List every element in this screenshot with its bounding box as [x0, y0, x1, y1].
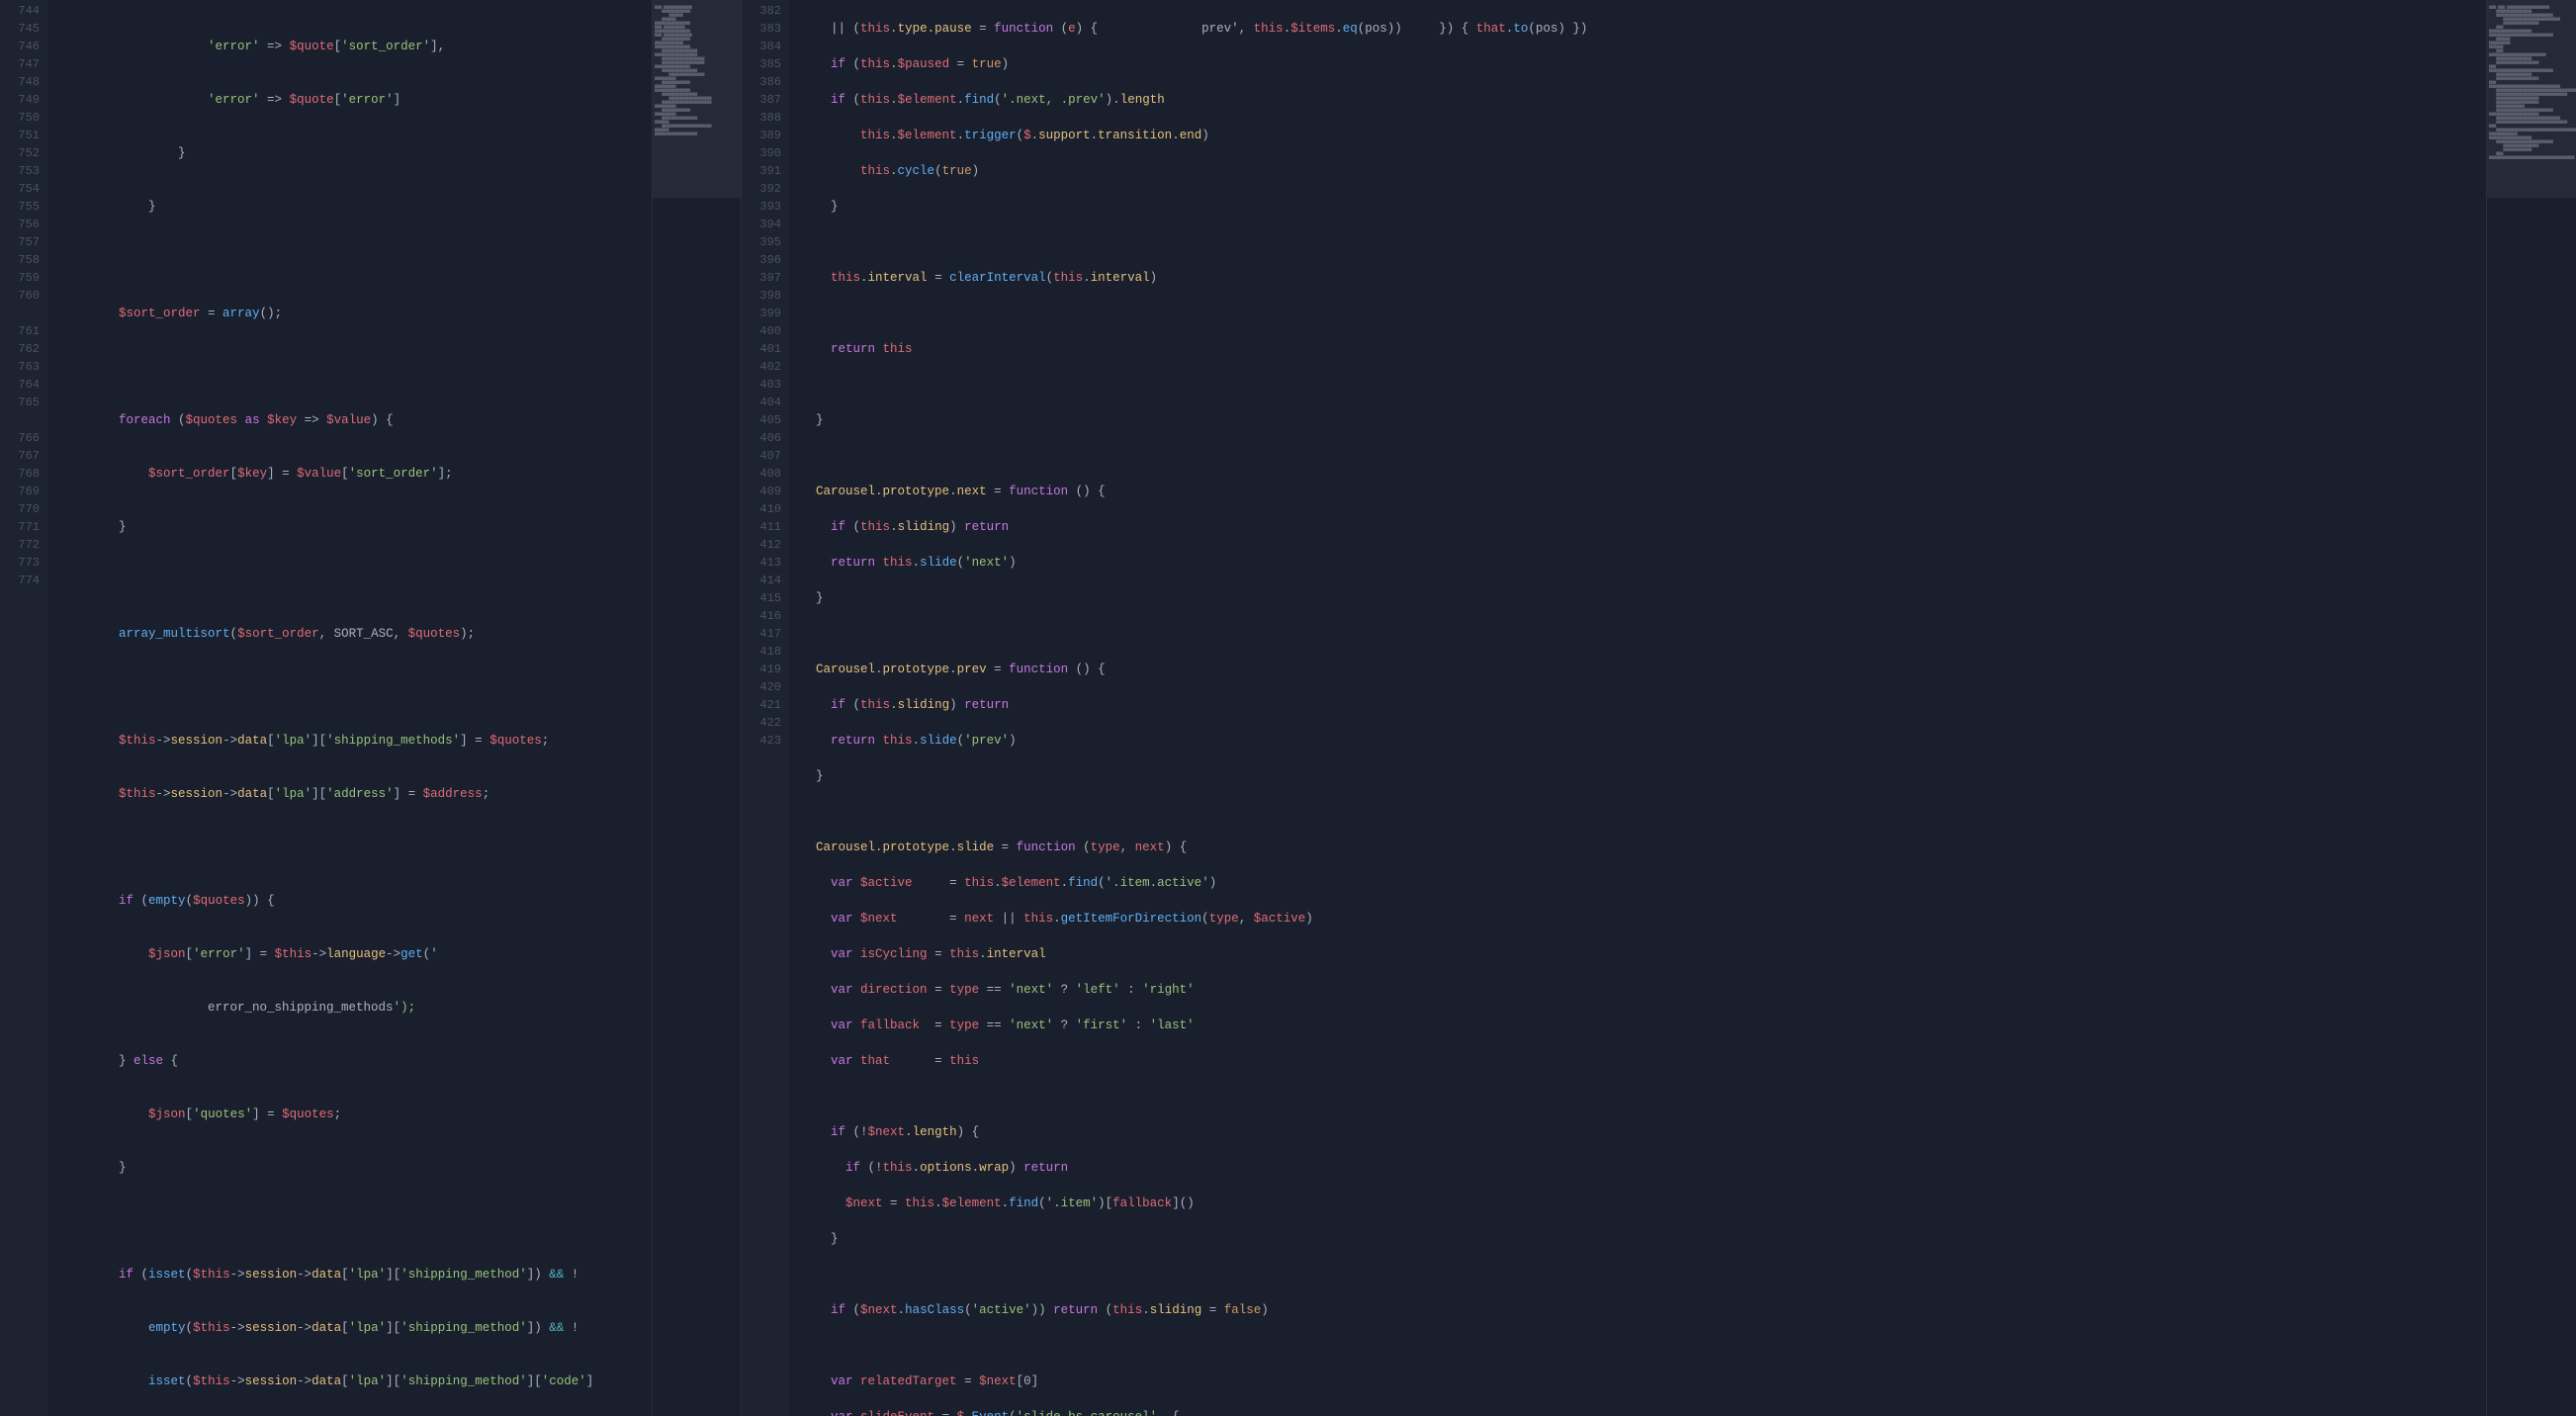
right-code-content: || (this.type.pause = function (e) { pre…: [789, 0, 2486, 1416]
right-code-pane: 382 383 384 385 386 387 388 389 390 391 …: [742, 0, 2487, 1416]
left-code-pane: 744 745 746 747 748 749 750 751 752 753 …: [0, 0, 653, 1416]
left-line-numbers: 744 745 746 747 748 749 750 751 752 753 …: [0, 0, 47, 1416]
right-minimap: ████ ████ ████████████████████████ █████…: [2487, 0, 2576, 1416]
right-line-numbers: 382 383 384 385 386 387 388 389 390 391 …: [742, 0, 789, 1416]
right-minimap-content: ████ ████ ████████████████████████ █████…: [2487, 0, 2576, 1416]
left-code-content: 'error' => $quote['sort_order'], 'error'…: [47, 0, 652, 1416]
left-minimap: ████ ████████████████ ████████████████ █…: [653, 0, 742, 1416]
left-minimap-content: ████ ████████████████ ████████████████ █…: [653, 0, 741, 1416]
code-editor: 744 745 746 747 748 749 750 751 752 753 …: [0, 0, 2576, 1416]
